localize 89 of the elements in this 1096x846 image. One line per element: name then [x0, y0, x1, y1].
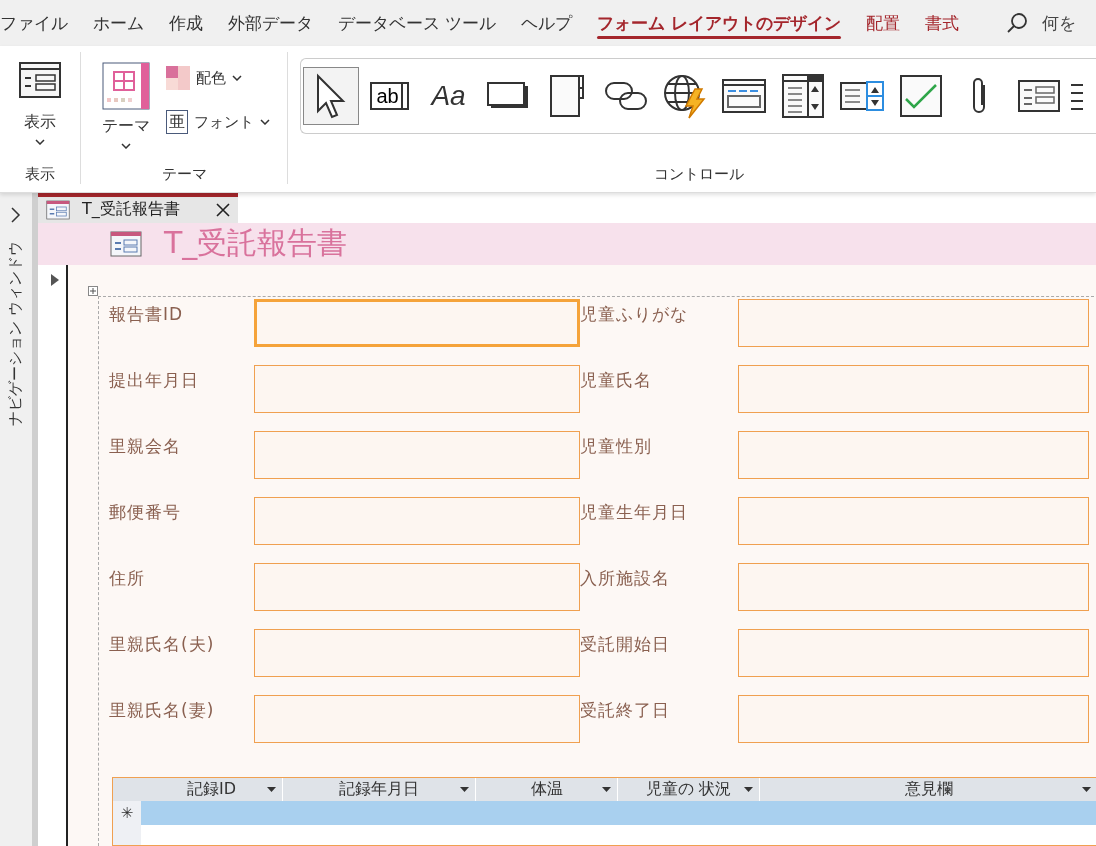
field-label: 入所施設名: [580, 567, 671, 590]
font-icon: 亜: [166, 110, 188, 134]
input-field[interactable]: [738, 365, 1089, 413]
dropdown-icon: [602, 787, 611, 792]
subform-icon: [1017, 80, 1060, 112]
current-record-icon: [50, 273, 60, 287]
input-field[interactable]: [738, 497, 1089, 545]
dropdown-icon: [1082, 787, 1091, 792]
navigation-pane-title[interactable]: ナビゲーション ウィンドウ: [6, 237, 26, 430]
dropdown-icon: [744, 787, 753, 792]
theme-icon: [102, 62, 150, 110]
dropdown-icon: [267, 787, 276, 792]
field-label: 里親氏名(夫): [109, 633, 216, 656]
dropdown-icon: [460, 787, 469, 792]
link-icon: [603, 79, 648, 113]
field-label: 里親会名: [109, 435, 182, 458]
combo-box-icon: [839, 81, 884, 111]
field-label: 児童生年月日: [580, 501, 689, 524]
group-label: テーマ: [161, 165, 207, 184]
control-tool-button[interactable]: [302, 67, 359, 125]
input-field[interactable]: [254, 629, 580, 677]
form-icon: [110, 230, 142, 257]
checkbox-icon: [899, 75, 942, 117]
record-selector[interactable]: [38, 265, 68, 846]
input-field[interactable]: [738, 629, 1089, 677]
ribbon-tab[interactable]: 外部データ: [220, 5, 321, 41]
chevron-down-icon: [260, 119, 270, 125]
input-field[interactable]: [738, 299, 1089, 347]
label-icon: Aa: [431, 80, 466, 112]
ribbon-tab[interactable]: 書式: [917, 5, 968, 41]
input-field[interactable]: [254, 497, 580, 545]
tab-title: T_受託報告書: [82, 199, 180, 221]
form-icon: [46, 199, 70, 220]
input-field[interactable]: [738, 695, 1089, 743]
input-field[interactable]: [254, 695, 580, 743]
new-record-marker: ✳: [113, 801, 141, 825]
close-icon: [216, 202, 230, 217]
chevron-right-icon[interactable]: [11, 207, 21, 223]
chevron-down-icon: [232, 75, 242, 81]
input-field[interactable]: [738, 563, 1089, 611]
group-label: 表示: [25, 165, 55, 184]
ribbon-tab[interactable]: 配置: [858, 5, 909, 41]
ribbon-tab[interactable]: 作成: [161, 5, 211, 41]
color-swatch-icon: [166, 66, 190, 90]
input-field[interactable]: [738, 431, 1089, 479]
view-button[interactable]: 表示: [11, 58, 69, 149]
field-label: 提出年月日: [109, 369, 200, 392]
search-icon: [1006, 12, 1029, 34]
theme-button[interactable]: テーマ: [94, 58, 158, 153]
colors-button[interactable]: 配色: [162, 62, 274, 94]
button-icon: [486, 82, 529, 110]
close-button[interactable]: [214, 202, 232, 217]
field-label: 住所: [109, 567, 146, 590]
group-label: コントロール: [654, 165, 744, 184]
document-tab[interactable]: T_受託報告書: [38, 193, 238, 223]
chevron-down-icon: [35, 139, 45, 145]
field-label: 児童ふりがな: [580, 303, 689, 326]
input-field[interactable]: [254, 299, 580, 347]
control-tool-button[interactable]: ab: [361, 67, 418, 125]
ribbon-tab[interactable]: ファイル: [0, 5, 76, 41]
chevron-down-icon: [121, 143, 131, 149]
field-label: 児童氏名: [580, 369, 653, 392]
field-label: 受託終了日: [580, 699, 671, 722]
list-lines-icon: [1070, 81, 1083, 111]
field-label: 児童性別: [580, 435, 653, 458]
field-label: 受託開始日: [580, 633, 671, 656]
field-label: 郵便番号: [109, 501, 182, 524]
control-tool-button[interactable]: Aa: [420, 67, 477, 125]
form-title: T_受託報告書: [164, 224, 348, 263]
ribbon-tab[interactable]: データベース ツール: [330, 5, 505, 41]
pointer-icon: [314, 73, 347, 119]
tab-control-icon: [548, 74, 585, 118]
move-handle-icon[interactable]: [88, 286, 98, 296]
input-field[interactable]: [254, 431, 580, 479]
new-record-row[interactable]: ✳: [113, 801, 1096, 825]
ribbon-tab[interactable]: ホーム: [85, 5, 152, 41]
fonts-button[interactable]: 亜 フォント: [162, 106, 274, 138]
ribbon-tab[interactable]: ヘルプ: [513, 5, 581, 41]
ribbon-tab[interactable]: フォーム レイアウトのデザイン: [589, 5, 850, 41]
field-label: 里親氏名(妻): [109, 699, 216, 722]
input-field[interactable]: [254, 365, 580, 413]
textbox-icon: ab: [370, 82, 409, 110]
form-view-icon: [19, 62, 61, 98]
input-field[interactable]: [254, 563, 580, 611]
globe-lightning-icon: [661, 73, 708, 119]
navigation-control-icon: [721, 79, 766, 113]
field-label: 報告書ID: [109, 303, 185, 326]
tell-me-field[interactable]: 何を: [1042, 11, 1077, 35]
list-box-icon: [781, 74, 824, 118]
